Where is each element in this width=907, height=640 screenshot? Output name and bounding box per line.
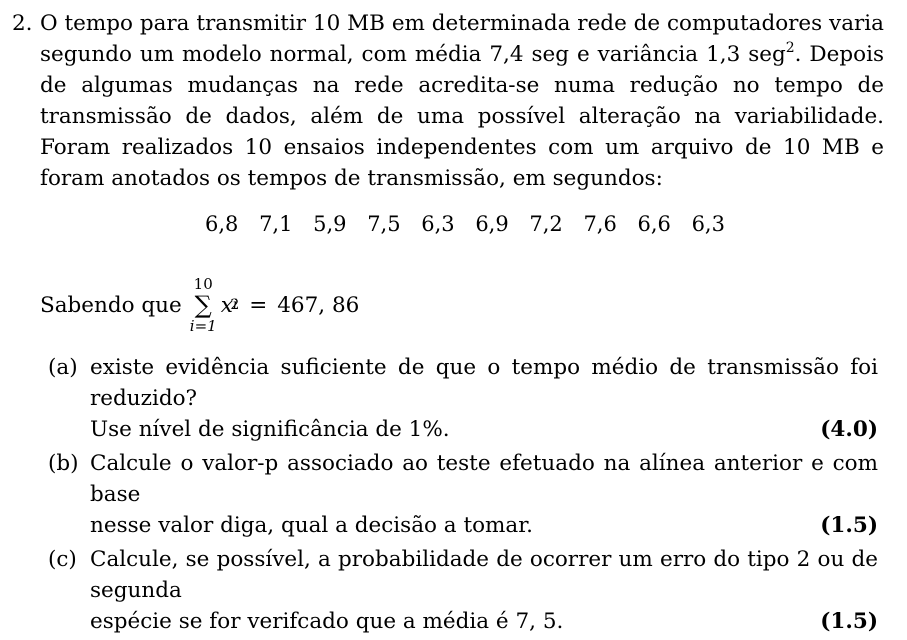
item-label: (c) [48, 547, 77, 572]
data-values-row: 6,8 7,1 5,9 7,5 6,3 6,9 7,2 7,6 6,6 6,3 [205, 212, 725, 236]
item-points: (4.0) [820, 417, 878, 442]
question-item-c: (c) Calcule, se possível, a probabilidad… [48, 544, 878, 637]
data-value: 7,6 [583, 212, 617, 236]
sum-label: Sabendo que [40, 292, 182, 318]
item-body: Calcule o valor-p associado ao teste efe… [90, 448, 878, 541]
item-points: (1.5) [820, 609, 878, 634]
item-label: (a) [48, 355, 78, 380]
sigma-symbol: ∑ [194, 290, 212, 319]
problem-statement: 2. O tempo para transmitir 10 MB em dete… [12, 8, 884, 194]
sum-of-squares-formula: Sabendo que 10 ∑ i=1 xi2 = 467, 86 [40, 270, 359, 340]
data-value: 5,9 [313, 212, 347, 236]
problem-text-part1: O tempo para transmitir 10 MB em determi… [40, 11, 884, 67]
question-item-b: (b) Calcule o valor-p associado ao teste… [48, 448, 878, 541]
problem-text-superscript: 2 [785, 40, 795, 56]
question-items: (a) existe evidência suficiente de que o… [48, 352, 878, 640]
item-line: Calcule, se possível, a probabilidade de… [90, 547, 878, 603]
data-value: 6,8 [205, 212, 239, 236]
data-value: 6,3 [421, 212, 455, 236]
problem-number: 2. [12, 11, 33, 36]
question-item-a: (a) existe evidência suficiente de que o… [48, 352, 878, 445]
equals-sign: = [249, 292, 268, 318]
data-value: 6,3 [691, 212, 725, 236]
item-label: (b) [48, 451, 79, 476]
item-body: existe evidência suficiente de que o tem… [90, 352, 878, 445]
item-last-line: espécie se for verifcado que a média é 7… [90, 606, 878, 637]
item-points: (1.5) [820, 513, 878, 538]
data-value: 7,1 [259, 212, 293, 236]
sum-lower-limit: i=1 [189, 316, 217, 335]
data-value: 7,5 [367, 212, 401, 236]
summation-operator: 10 ∑ i=1 [189, 274, 217, 335]
sum-value: 467, 86 [277, 292, 360, 318]
problem-text: O tempo para transmitir 10 MB em determi… [40, 8, 884, 194]
item-line: espécie se for verifcado que a média é 7… [90, 609, 564, 634]
item-line: nesse valor diga, qual a decisão a tomar… [90, 513, 533, 538]
data-value: 6,9 [475, 212, 509, 236]
sum-upper-limit: 10 [193, 274, 213, 293]
item-line: Use nível de significância de 1%. [90, 417, 450, 442]
item-line: existe evidência suficiente de que o tem… [90, 355, 878, 411]
exam-page: 2. O tempo para transmitir 10 MB em dete… [0, 0, 907, 634]
data-value: 6,6 [637, 212, 671, 236]
item-last-line: nesse valor diga, qual a decisão a tomar… [90, 510, 878, 541]
data-value: 7,2 [529, 212, 563, 236]
item-body: Calcule, se possível, a probabilidade de… [90, 544, 878, 637]
sum-variable-superscript: 2 [230, 297, 240, 313]
item-line: Calcule o valor-p associado ao teste efe… [90, 451, 878, 507]
item-last-line: Use nível de significância de 1%. (4.0) [90, 414, 878, 445]
